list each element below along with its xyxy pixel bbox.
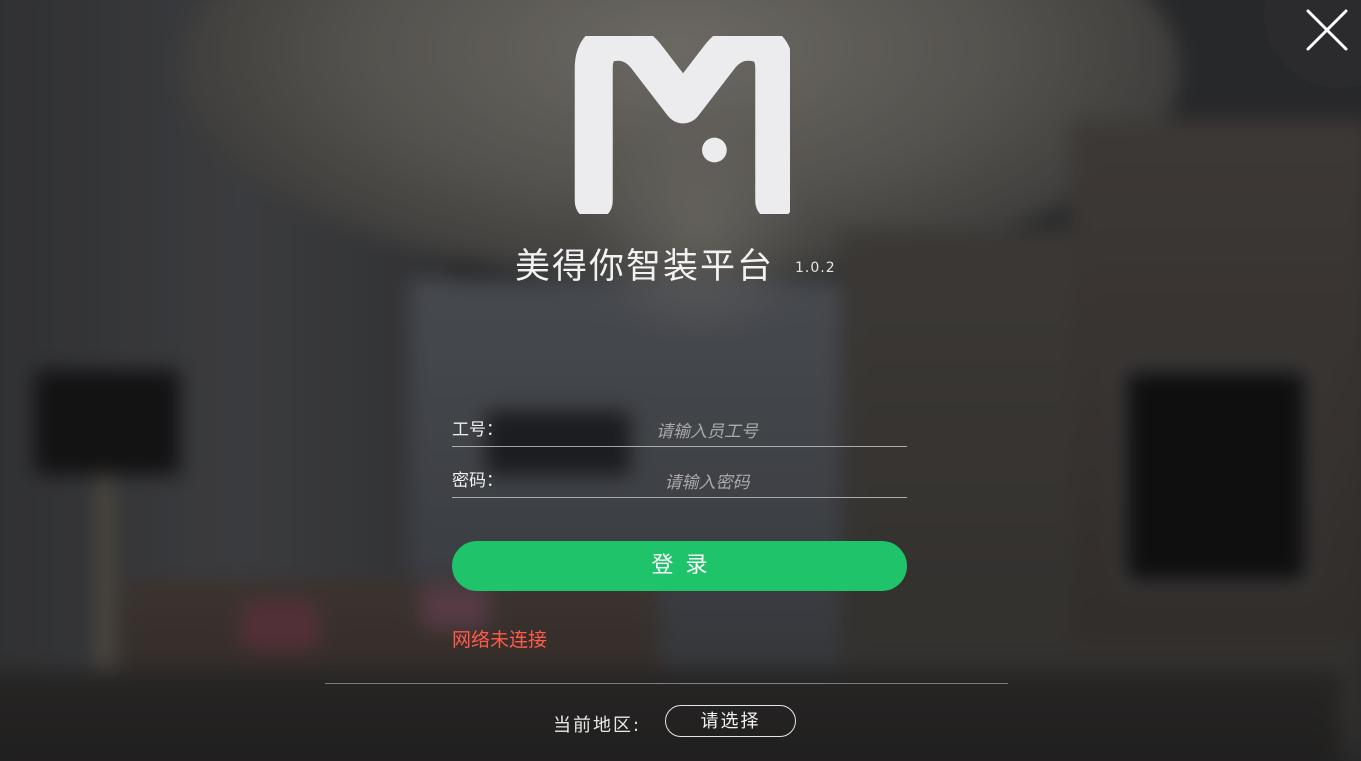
- login-button[interactable]: 登录: [452, 541, 907, 591]
- password-row: 密码：: [452, 461, 907, 498]
- network-status-text: 网络未连接: [452, 629, 548, 651]
- region-select-button[interactable]: 请选择: [665, 705, 796, 737]
- close-icon[interactable]: [1305, 8, 1349, 52]
- m-logo-icon: [574, 36, 790, 214]
- employee-id-label: 工号：: [452, 420, 503, 440]
- employee-id-row: 工号：: [452, 410, 907, 447]
- login-window: 美得你智装平台 1.0.2 工号： 密码： 登录 网络未连接 当前地区: 请选择: [0, 0, 1361, 761]
- employee-id-input[interactable]: [512, 418, 902, 446]
- password-input[interactable]: [512, 469, 902, 497]
- password-label: 密码：: [452, 471, 503, 491]
- region-label: 当前地区:: [553, 715, 642, 736]
- app-title: 美得你智装平台: [515, 247, 775, 287]
- divider: [325, 683, 1008, 684]
- app-version: 1.0.2: [795, 260, 836, 276]
